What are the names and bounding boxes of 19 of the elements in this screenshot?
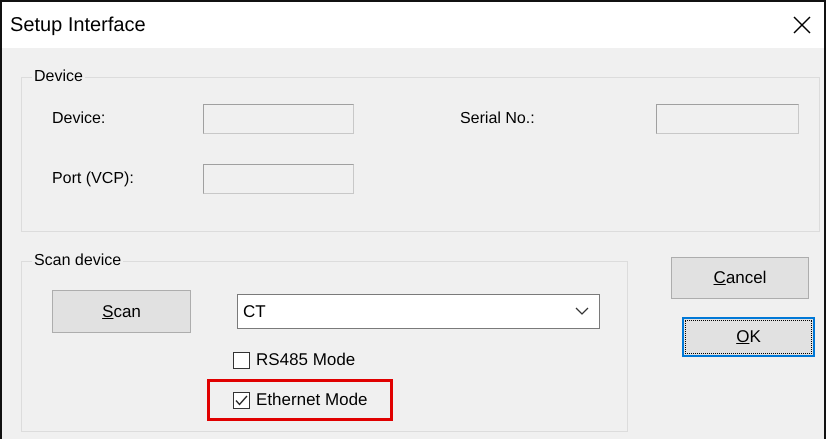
group-title: Device [33, 68, 84, 86]
checkbox-label[interactable]: RS485 Mode [256, 350, 356, 370]
field-label: Serial No.: [460, 110, 535, 127]
input-field[interactable] [203, 164, 354, 194]
window-title: Setup Interface [10, 14, 147, 36]
chevron-down-icon[interactable] [575, 307, 589, 316]
scan-button[interactable]: Scan [52, 290, 191, 333]
input-field[interactable] [203, 104, 354, 134]
field-label: Port (VCP): [52, 170, 134, 187]
checkbox-label[interactable]: Ethernet Mode [256, 390, 368, 410]
dialog-button[interactable]: Cancel [671, 257, 809, 299]
close-icon[interactable] [792, 15, 812, 35]
checkbox[interactable] [233, 392, 250, 408]
checkbox[interactable] [233, 352, 250, 368]
field-label: Device: [52, 110, 106, 127]
input-field[interactable] [656, 104, 799, 134]
device-type-dropdown[interactable]: CT [237, 294, 600, 329]
dialog-button[interactable]: OK [682, 317, 815, 357]
group-title: Scan device [33, 252, 122, 270]
